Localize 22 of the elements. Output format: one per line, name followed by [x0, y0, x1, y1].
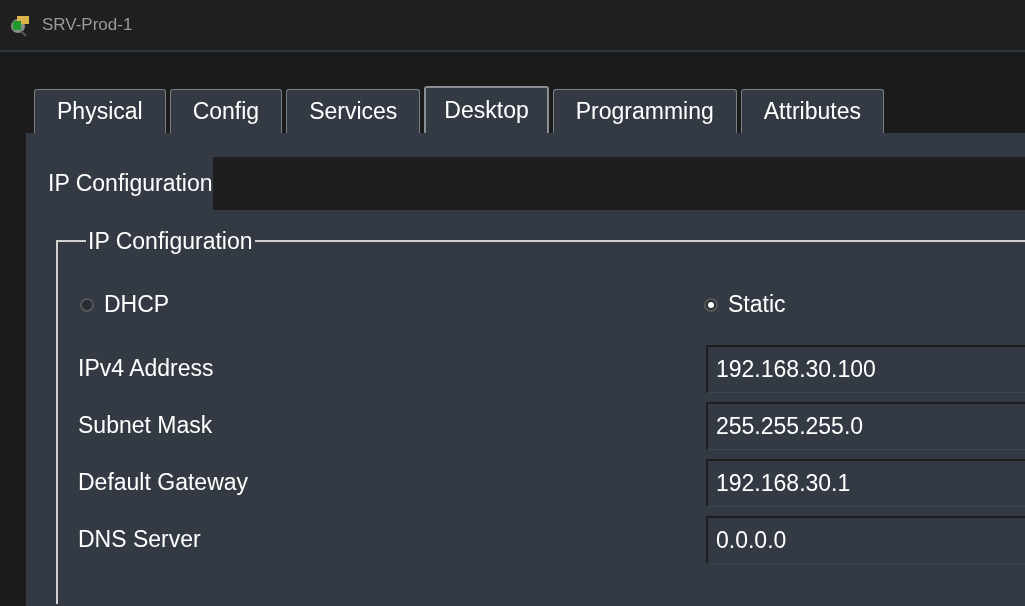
field-label: DNS Server: [78, 525, 202, 555]
input-field[interactable]: 255.255.255.0: [706, 401, 1025, 450]
field-label: Default Gateway: [78, 468, 250, 498]
group-legend: IP Configuration: [86, 224, 255, 259]
radio-label: Static: [728, 290, 786, 320]
app-title: IP Configuration: [48, 169, 213, 199]
app-icon: [8, 13, 32, 37]
field-label: IPv4 Address: [78, 354, 215, 384]
input-field[interactable]: 192.168.30.1: [706, 458, 1025, 507]
window-title: SRV-Prod-1: [42, 14, 133, 37]
input-field[interactable]: 0.0.0.0: [706, 515, 1025, 564]
tab[interactable]: Desktop: [424, 86, 549, 133]
tab[interactable]: Attributes: [740, 89, 884, 133]
radio-button[interactable]: [704, 297, 718, 312]
radio-button[interactable]: [80, 297, 94, 312]
field-label: Subnet Mask: [78, 411, 214, 441]
tab[interactable]: Config: [169, 89, 283, 133]
radio-label: DHCP: [104, 290, 170, 320]
tab[interactable]: Programming: [552, 89, 737, 133]
tab[interactable]: Services: [286, 89, 421, 133]
input-field[interactable]: 192.168.30.100: [706, 344, 1025, 393]
tab[interactable]: Physical: [34, 89, 166, 133]
